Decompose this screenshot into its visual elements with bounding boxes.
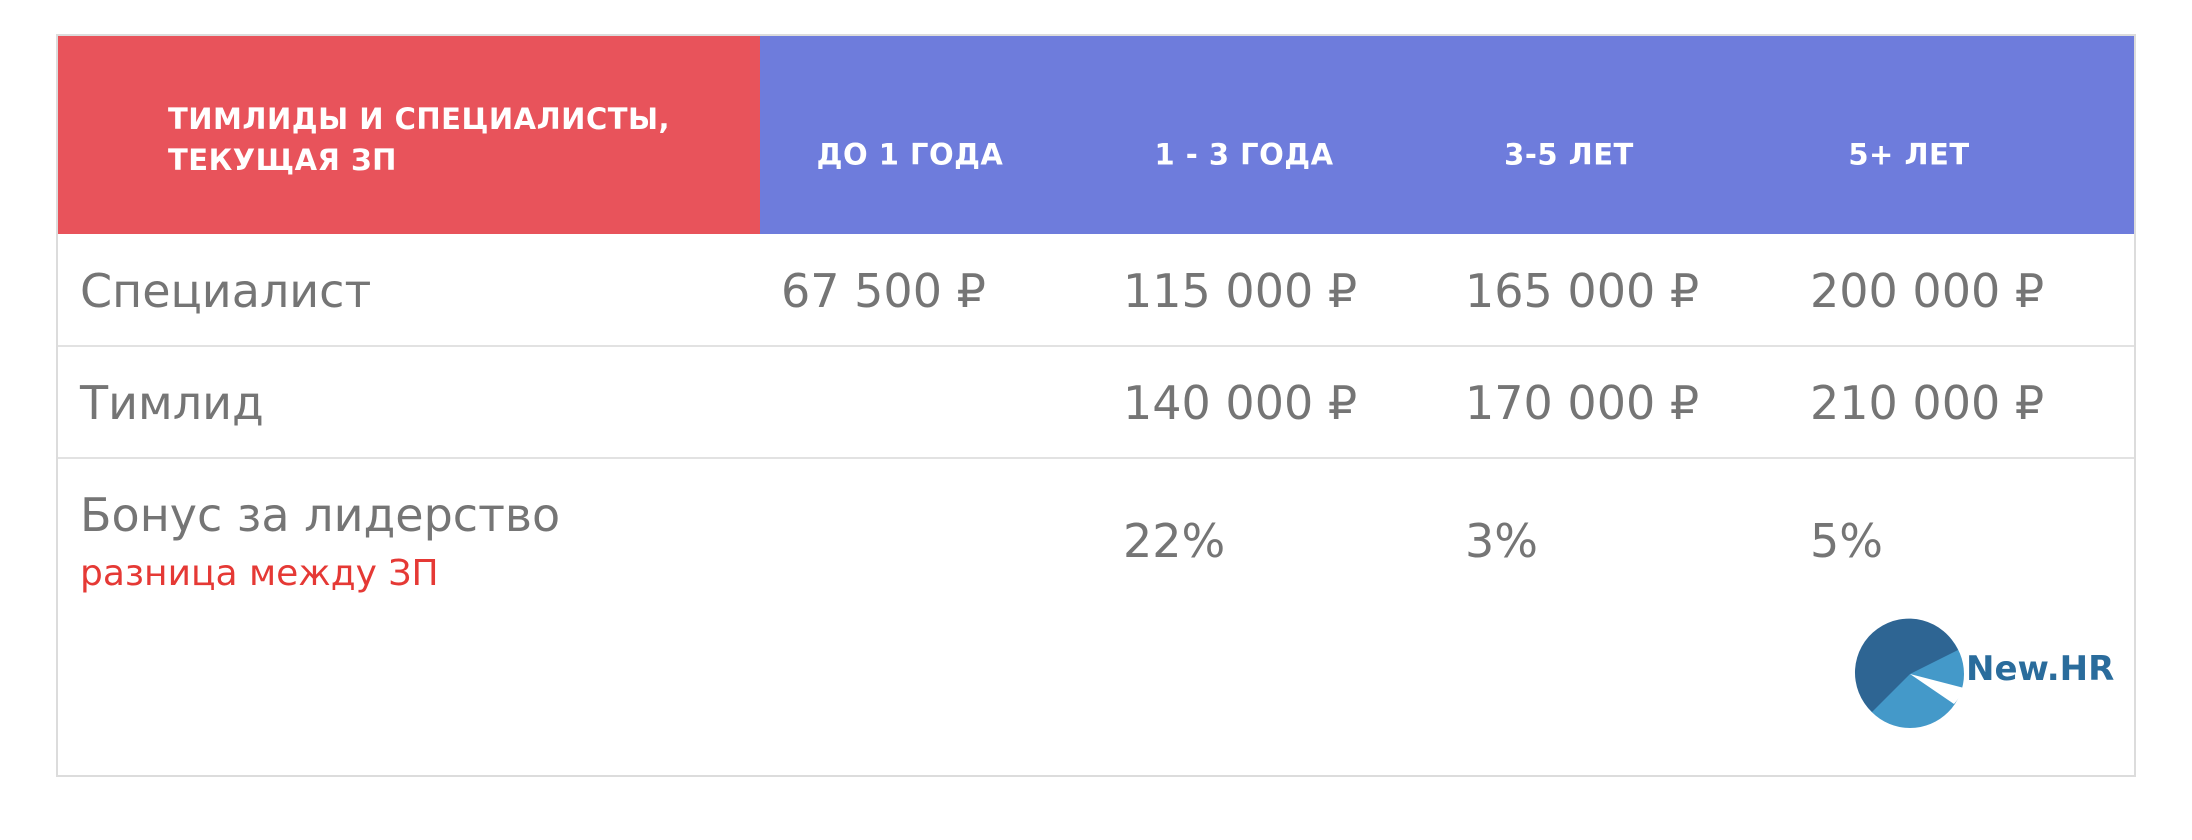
header-title-line1: ТИМЛИДЫ И СПЕЦИАЛИСТЫ, — [168, 102, 671, 136]
header-title: ТИМЛИДЫ И СПЕЦИАЛИСТЫ, ТЕКУЩАЯ ЗП — [168, 99, 728, 181]
row-sublabel: разница между ЗП — [80, 553, 439, 594]
table-cell: 140 000 ₽ — [1123, 376, 1358, 430]
table-cell: 22% — [1123, 514, 1226, 568]
row-divider — [58, 345, 2134, 347]
table-cell: 67 500 ₽ — [781, 264, 986, 318]
header-title-cell: ТИМЛИДЫ И СПЕЦИАЛИСТЫ, ТЕКУЩАЯ ЗП — [58, 36, 760, 234]
logo-circle-icon — [1854, 618, 1964, 728]
row-label-specialist: Специалист — [80, 264, 372, 318]
table-cell: 115 000 ₽ — [1123, 264, 1358, 318]
row-label-leadership-bonus: Бонус за лидерство — [80, 488, 561, 542]
row-label-teamlead: Тимлид — [80, 376, 264, 430]
logo-text: New.HR — [1966, 649, 2115, 689]
header-col-3-5-years: 3-5 ЛЕТ — [1504, 137, 1634, 172]
table-header: ТИМЛИДЫ И СПЕЦИАЛИСТЫ, ТЕКУЩАЯ ЗП ДО 1 Г… — [58, 36, 2134, 234]
table-cell: 210 000 ₽ — [1810, 376, 2045, 430]
newhr-logo: New.HR — [1854, 618, 2114, 730]
header-col-5-plus-years: 5+ ЛЕТ — [1848, 137, 1970, 172]
header-title-line2: ТЕКУЩАЯ ЗП — [168, 143, 397, 177]
row-divider — [58, 457, 2134, 459]
salary-table: ТИМЛИДЫ И СПЕЦИАЛИСТЫ, ТЕКУЩАЯ ЗП ДО 1 Г… — [56, 34, 2136, 777]
table-cell: 170 000 ₽ — [1465, 376, 1700, 430]
table-cell: 5% — [1810, 514, 1883, 568]
header-col-1-3-years: 1 - 3 ГОДА — [1154, 137, 1334, 172]
table-cell: 3% — [1465, 514, 1538, 568]
header-col-under-1-year: ДО 1 ГОДА — [816, 137, 1004, 172]
table-cell: 165 000 ₽ — [1465, 264, 1700, 318]
table-cell: 200 000 ₽ — [1810, 264, 2045, 318]
